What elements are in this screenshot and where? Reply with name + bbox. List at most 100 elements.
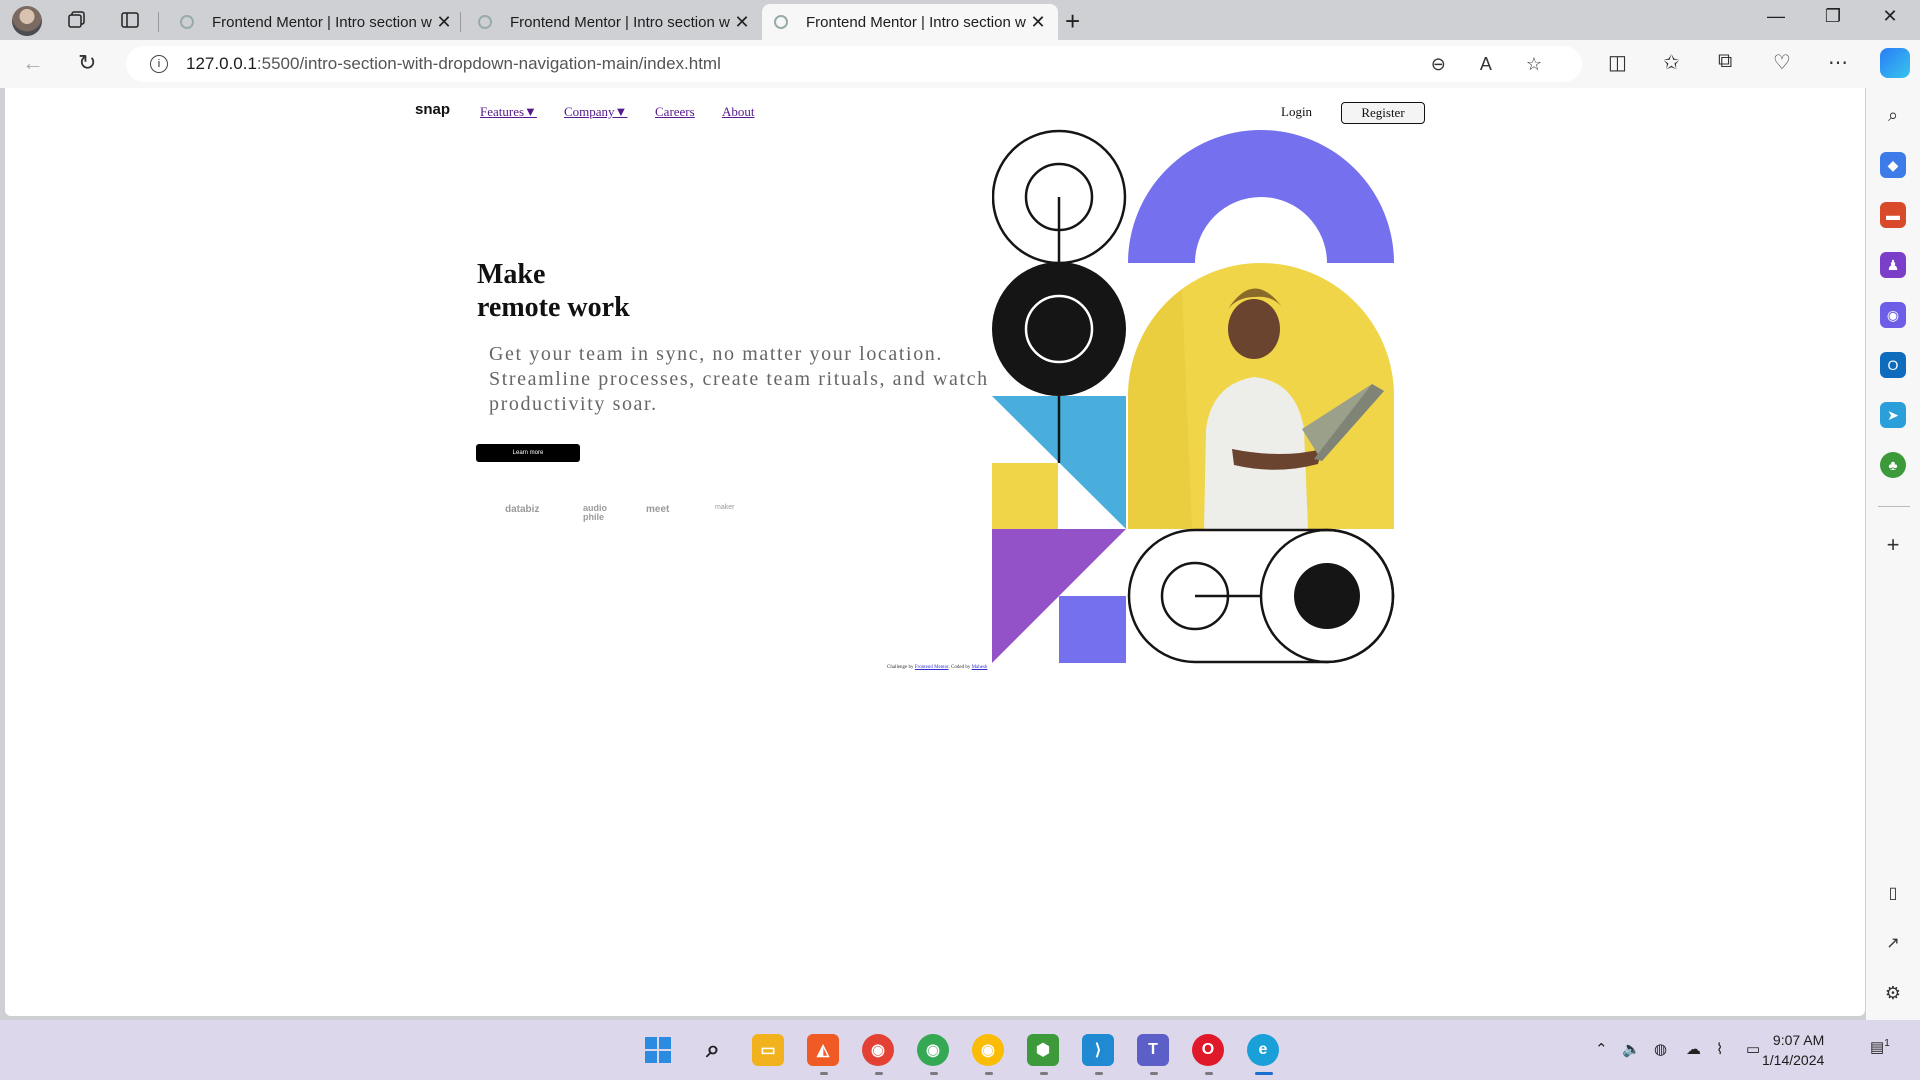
client-logo-maker: maker bbox=[715, 504, 735, 511]
chrome-profile-3-icon[interactable]: ◉ bbox=[972, 1034, 1004, 1066]
profile-avatar[interactable] bbox=[12, 6, 42, 36]
client-logo-databiz: databiz bbox=[505, 504, 540, 515]
search-icon[interactable]: ⌕ bbox=[1880, 102, 1906, 128]
wifi-icon[interactable]: ⌇ bbox=[1716, 1040, 1723, 1058]
author-link[interactable]: Mahesh bbox=[972, 665, 988, 670]
battery-icon[interactable]: ▭ bbox=[1746, 1040, 1760, 1058]
browser-tab-bar: Frontend Mentor | Intro section w ✕ Fron… bbox=[0, 0, 1920, 40]
tab-title: Frontend Mentor | Intro section w bbox=[510, 13, 730, 31]
chrome-profile-1-icon[interactable]: ◉ bbox=[862, 1034, 894, 1066]
art-yellow-square bbox=[992, 463, 1058, 529]
reload-icon[interactable]: ↻ bbox=[78, 50, 96, 76]
onedrive-cloud-icon[interactable]: ☁ bbox=[1686, 1040, 1701, 1058]
nav-about-link[interactable]: About bbox=[722, 104, 755, 120]
windows-taskbar: ⌕ ▭ ◭ ◉ ◉ ◉ ⬢ ⟩ T O e ⌃ 🔈 ◍ ☁ ⌇ ▭ 9:07 A… bbox=[0, 1020, 1920, 1080]
site-logo[interactable]: snap bbox=[415, 101, 450, 118]
address-bar[interactable]: i 127.0.0.1:5500/intro-section-with-drop… bbox=[126, 46, 1582, 82]
tree-icon[interactable]: ♣ bbox=[1880, 452, 1906, 478]
teams-icon[interactable]: T bbox=[1137, 1034, 1169, 1066]
collections-icon[interactable]: ⧉ bbox=[1718, 50, 1732, 73]
new-tab-button[interactable]: + bbox=[1065, 6, 1080, 37]
notifications-icon[interactable]: ▤1 bbox=[1870, 1038, 1890, 1056]
tab-close-icon[interactable]: ✕ bbox=[732, 12, 752, 33]
attribution-prefix: Challenge by bbox=[887, 665, 914, 670]
browser-essentials-icon[interactable]: ♡ bbox=[1773, 50, 1791, 75]
split-screen-icon[interactable]: ◫ bbox=[1608, 50, 1627, 75]
browser-toolbar: ← ↻ i 127.0.0.1:5500/intro-section-with-… bbox=[0, 40, 1920, 88]
volume-icon[interactable]: 🔈 bbox=[1622, 1040, 1641, 1058]
tab-close-icon[interactable]: ✕ bbox=[1028, 12, 1048, 33]
hero-lead-text: Get your team in sync, no matter your lo… bbox=[489, 343, 989, 415]
nav-features-link[interactable]: Features▼ bbox=[480, 104, 537, 120]
close-window-button[interactable]: ✕ bbox=[1870, 6, 1910, 27]
more-menu-icon[interactable]: ⋯ bbox=[1828, 50, 1848, 75]
brave-browser-icon[interactable]: ◭ bbox=[807, 1034, 839, 1066]
tray-overflow-chevron-icon[interactable]: ⌃ bbox=[1595, 1040, 1608, 1058]
hero-artwork bbox=[992, 129, 1395, 664]
tab-favicon-icon bbox=[180, 15, 194, 29]
notification-count: 1 bbox=[1884, 1038, 1890, 1049]
system-clock[interactable]: 9:07 AM 1/14/2024 bbox=[1762, 1030, 1824, 1070]
login-button[interactable]: Login bbox=[1281, 104, 1312, 120]
start-windows-icon[interactable] bbox=[642, 1034, 674, 1066]
vertical-tabs-icon[interactable] bbox=[117, 7, 143, 33]
client-logo-audiophile: audio phile bbox=[583, 503, 607, 522]
settings-gear-icon[interactable]: ⚙ bbox=[1880, 980, 1906, 1006]
tab-close-icon[interactable]: ✕ bbox=[434, 12, 454, 33]
send-icon[interactable]: ➤ bbox=[1880, 402, 1906, 428]
restore-button[interactable]: ❐ bbox=[1813, 6, 1853, 27]
chrome-profile-2-icon[interactable]: ◉ bbox=[917, 1034, 949, 1066]
register-button[interactable]: Register bbox=[1341, 102, 1425, 124]
nav-careers-link[interactable]: Careers bbox=[655, 104, 695, 120]
tab-favicon-icon bbox=[478, 15, 492, 29]
copilot-icon[interactable] bbox=[1880, 48, 1910, 78]
page-viewport: snap Features▼ Company▼ Careers About Lo… bbox=[5, 88, 1865, 1016]
favorite-star-icon[interactable]: ☆ bbox=[1526, 54, 1542, 75]
tab-title: Frontend Mentor | Intro section w bbox=[212, 13, 432, 31]
site-info-icon[interactable]: i bbox=[150, 55, 168, 73]
browser-tab-2[interactable]: Frontend Mentor | Intro section w ✕ bbox=[466, 4, 762, 40]
art-ring-top bbox=[992, 129, 1127, 265]
zoom-out-icon[interactable]: ⊖ bbox=[1431, 54, 1446, 75]
microsoft365-icon[interactable]: ◉ bbox=[1880, 302, 1906, 328]
headline-line-1: Make bbox=[477, 259, 546, 290]
games-icon[interactable]: ♟ bbox=[1880, 252, 1906, 278]
attribution: Challenge by Frontend Mentor. Coded by M… bbox=[887, 665, 987, 670]
outlook-icon[interactable]: O bbox=[1880, 352, 1906, 378]
network-globe-icon[interactable]: ◍ bbox=[1654, 1040, 1667, 1058]
art-portrait bbox=[1128, 263, 1394, 529]
client-logo-meet: meet bbox=[646, 504, 670, 515]
read-aloud-icon[interactable]: A bbox=[1480, 54, 1492, 75]
edge-icon[interactable]: e bbox=[1247, 1034, 1279, 1066]
tab-favicon-icon bbox=[774, 15, 788, 29]
shopping-tag-icon[interactable]: ◆ bbox=[1880, 152, 1906, 178]
site-header: snap Features▼ Company▼ Careers About Lo… bbox=[5, 88, 1865, 128]
browser-tab-1[interactable]: Frontend Mentor | Intro section w ✕ bbox=[168, 4, 464, 40]
url-path: :5500/intro-section-with-dropdown-naviga… bbox=[256, 54, 721, 73]
url-host: 127.0.0.1 bbox=[186, 54, 257, 73]
nodejs-icon[interactable]: ⬢ bbox=[1027, 1034, 1059, 1066]
vscode-icon[interactable]: ⟩ bbox=[1082, 1034, 1114, 1066]
minimize-button[interactable]: — bbox=[1756, 6, 1796, 27]
tools-briefcase-icon[interactable]: ▬ bbox=[1880, 202, 1906, 228]
nav-company-link[interactable]: Company▼ bbox=[564, 104, 627, 120]
back-arrow-icon[interactable]: ← bbox=[22, 50, 44, 76]
clock-date: 1/14/2024 bbox=[1762, 1052, 1825, 1068]
frontend-mentor-link[interactable]: Frontend Mentor bbox=[915, 665, 949, 670]
hero-headline: Make remote work bbox=[477, 258, 630, 324]
art-pill bbox=[1127, 528, 1395, 664]
favorites-icon[interactable]: ✩ bbox=[1663, 50, 1680, 75]
open-external-icon[interactable]: ↗ bbox=[1880, 930, 1906, 956]
workspaces-icon[interactable] bbox=[64, 7, 90, 33]
art-purple-square bbox=[1059, 596, 1126, 663]
headline-line-2: remote work bbox=[477, 292, 630, 323]
learn-more-button[interactable]: Learn more bbox=[476, 444, 580, 462]
file-explorer-icon[interactable]: ▭ bbox=[752, 1034, 784, 1066]
opera-icon[interactable]: O bbox=[1192, 1034, 1224, 1066]
art-purple-arch bbox=[1128, 130, 1394, 263]
art-black-disc bbox=[992, 262, 1126, 396]
sidebar-panel-icon[interactable]: ▯ bbox=[1880, 880, 1906, 906]
search-taskbar-icon[interactable]: ⌕ bbox=[697, 1034, 729, 1066]
add-icon[interactable]: + bbox=[1880, 532, 1906, 558]
browser-tab-3-active[interactable]: Frontend Mentor | Intro section w ✕ bbox=[762, 4, 1058, 40]
